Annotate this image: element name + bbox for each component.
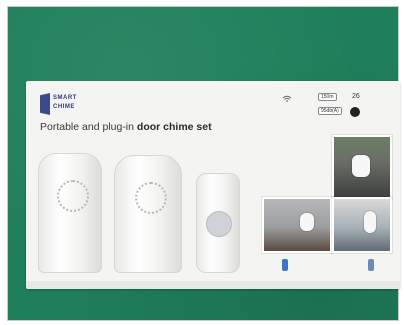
badge-left (282, 259, 288, 271)
melodies-count: 26 (352, 93, 360, 100)
feature-badges (262, 253, 400, 271)
speaker-grille (135, 182, 167, 214)
inset-chime (364, 211, 376, 233)
product-box: SMART CHIME Portable and plug-in door ch… (26, 81, 400, 289)
photo-background: SMART CHIME Portable and plug-in door ch… (7, 6, 400, 321)
volume-pill: 95db(A) (318, 107, 342, 115)
range-pill: 150m (318, 93, 337, 101)
feature-icons: 150m 26 95db(A) (280, 91, 390, 121)
brand-line-2: CHIME (53, 104, 75, 110)
doorbell-push-button (196, 173, 240, 273)
brand-mark-icon (40, 93, 50, 115)
plug-in-chime-unit (38, 153, 102, 273)
headline-emphasis: door chime set (136, 121, 212, 133)
headline-prefix: Portable and plug-in (40, 121, 137, 133)
portable-chime-unit (114, 155, 182, 273)
lifestyle-photo-door (332, 197, 392, 253)
box-bottom-edge (26, 281, 400, 289)
inset-chime (352, 155, 370, 177)
lifestyle-photo-outdoor (332, 135, 392, 199)
badge-right (368, 259, 374, 271)
wifi-icon (282, 95, 292, 102)
speaker-grille (57, 180, 89, 212)
lifestyle-photo-indoor (262, 197, 332, 253)
power-icon (350, 107, 360, 117)
inset-chime (300, 213, 314, 231)
brand-line-1: SMART (53, 95, 77, 101)
product-headline: Portable and plug-in door chime set (40, 121, 212, 133)
push-button (206, 211, 232, 237)
